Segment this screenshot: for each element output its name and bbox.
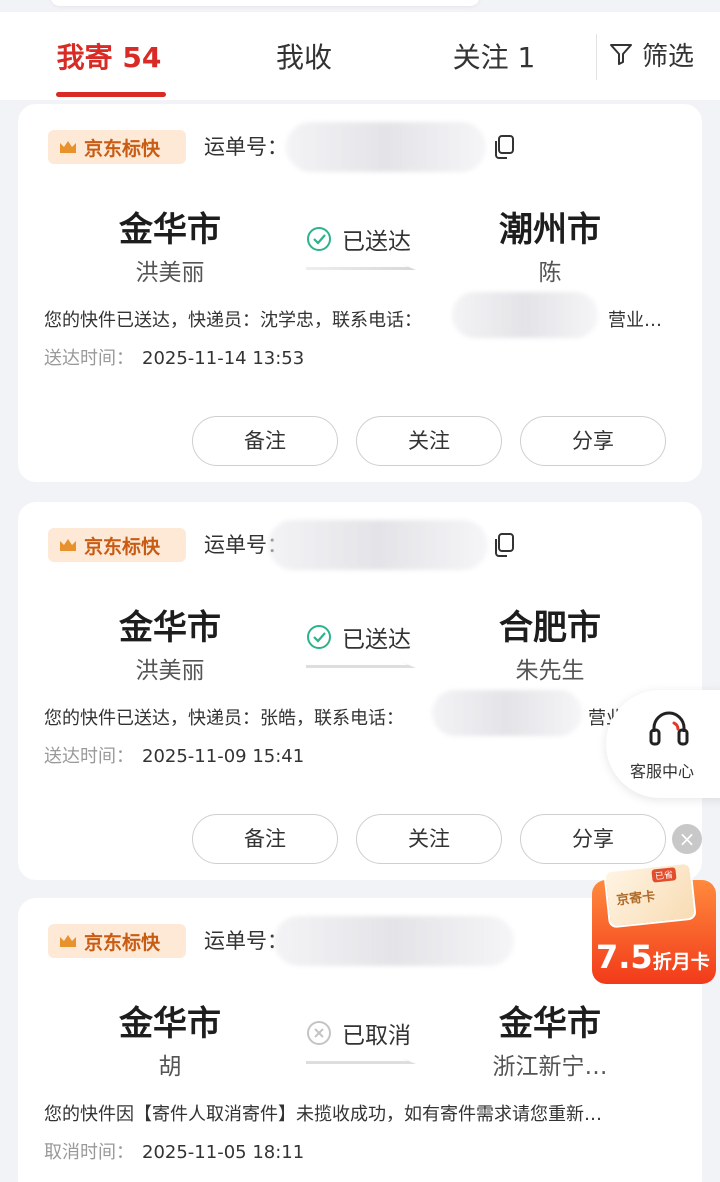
arrow-line [306, 1058, 416, 1064]
close-icon[interactable]: × [672, 824, 702, 854]
top-strip [0, 0, 720, 12]
time-value: 2025-11-14 13:53 [142, 348, 305, 369]
delivery-time: 送达时间： 2025-11-14 13:53 [44, 344, 304, 374]
destination-city: 合肥市 [499, 608, 601, 648]
brand-name: 京东标快 [84, 137, 161, 160]
recipient-name: 浙江新宁… [492, 1054, 608, 1080]
tab-bar: 我寄 54 我收 关注 1 筛选 [0, 12, 720, 100]
check-circle-icon [307, 625, 331, 649]
headset-icon [649, 711, 689, 746]
brand-name: 京东标快 [84, 535, 161, 558]
delivery-time: 送达时间： 2025-11-09 15:41 [44, 742, 304, 772]
order-status: 已送达 [306, 222, 411, 256]
recipient-name: 朱先生 [515, 658, 585, 684]
promo-banner[interactable]: 京寄卡 已省 7.5折月卡 [592, 861, 716, 984]
promo-tag: 已省 [651, 867, 677, 883]
copy-icon[interactable] [492, 532, 516, 558]
description-tail: 营业… [608, 310, 662, 331]
promo-text: 7.5折月卡 [596, 938, 710, 976]
time-value: 2025-11-05 18:11 [142, 1142, 305, 1163]
promo-card-text: 京寄卡 [615, 889, 657, 909]
promo-suffix: 折月卡 [652, 951, 710, 973]
status-text: 已送达 [342, 627, 411, 653]
arrow-line [306, 662, 416, 668]
time-value: 2025-11-09 15:41 [142, 746, 305, 767]
brand-name: 京东标快 [84, 931, 161, 954]
customer-service-button[interactable]: 客服中心 [606, 690, 720, 798]
waybill-number-redacted [274, 916, 514, 966]
copy-icon[interactable] [492, 134, 516, 160]
recipient-name: 陈 [538, 260, 562, 286]
active-tab-indicator [56, 92, 166, 97]
destination-city: 潮州市 [499, 210, 601, 250]
brand-badge: 京东标快 [48, 528, 186, 562]
tab-followed[interactable]: 关注 1 [446, 36, 542, 80]
cancel-circle-icon [307, 1021, 331, 1045]
follow-button[interactable]: 关注 [356, 416, 502, 466]
origin-city: 金华市 [119, 1004, 221, 1044]
status-text: 已送达 [342, 229, 411, 255]
time-label: 送达时间： [44, 348, 134, 369]
waybill-number-redacted [268, 520, 488, 570]
sender-name: 洪美丽 [135, 260, 205, 286]
order-card[interactable]: 京东标快 运单号： 金华市 洪美丽 已送达 潮州市 陈 您的快件已送达，快递员：… [18, 104, 702, 482]
tab-sent[interactable]: 我寄 54 [54, 36, 164, 80]
remark-button[interactable]: 备注 [192, 416, 338, 466]
waybill-label: 运单号： [204, 135, 288, 159]
sender-name: 洪美丽 [135, 658, 205, 684]
promo-discount: 7.5 [596, 938, 653, 976]
crown-icon [60, 141, 76, 153]
crown-icon [60, 935, 76, 947]
check-circle-icon [307, 227, 331, 251]
crown-icon [60, 539, 76, 551]
card-image: 京寄卡 已省 [603, 861, 697, 929]
brand-badge: 京东标快 [48, 924, 186, 958]
order-status: 已送达 [306, 620, 411, 654]
search-pill[interactable] [50, 0, 480, 6]
arrow-line [306, 264, 416, 270]
brand-badge: 京东标快 [48, 130, 186, 164]
share-button[interactable]: 分享 [520, 416, 666, 466]
status-text: 已取消 [342, 1023, 411, 1049]
tab-divider [596, 34, 597, 80]
filter-button[interactable]: 筛选 [608, 34, 694, 74]
tab-received[interactable]: 我收 [266, 36, 342, 80]
sender-name: 胡 [158, 1054, 182, 1080]
order-card[interactable]: 京东标快 运单号： 金华市 洪美丽 已送达 合肥市 朱先生 您的快件已送达，快递… [18, 502, 702, 880]
share-button[interactable]: 分享 [520, 814, 666, 864]
origin-city: 金华市 [119, 210, 221, 250]
customer-service-label: 客服中心 [630, 762, 695, 781]
origin-city: 金华市 [119, 608, 221, 648]
filter-label: 筛选 [642, 41, 695, 72]
remark-button[interactable]: 备注 [192, 814, 338, 864]
phone-redacted [432, 690, 582, 736]
order-status: 已取消 [306, 1016, 411, 1050]
time-label: 取消时间： [44, 1142, 134, 1163]
filter-icon [610, 44, 632, 65]
follow-button[interactable]: 关注 [356, 814, 502, 864]
phone-redacted [452, 292, 598, 338]
time-label: 送达时间： [44, 746, 134, 767]
cancel-time: 取消时间： 2025-11-05 18:11 [44, 1138, 304, 1168]
destination-city: 金华市 [499, 1004, 601, 1044]
order-description: 您的快件因【寄件人取消寄件】未揽收成功，如有寄件需求请您重新… [44, 1104, 602, 1125]
waybill-number-redacted [286, 122, 486, 172]
